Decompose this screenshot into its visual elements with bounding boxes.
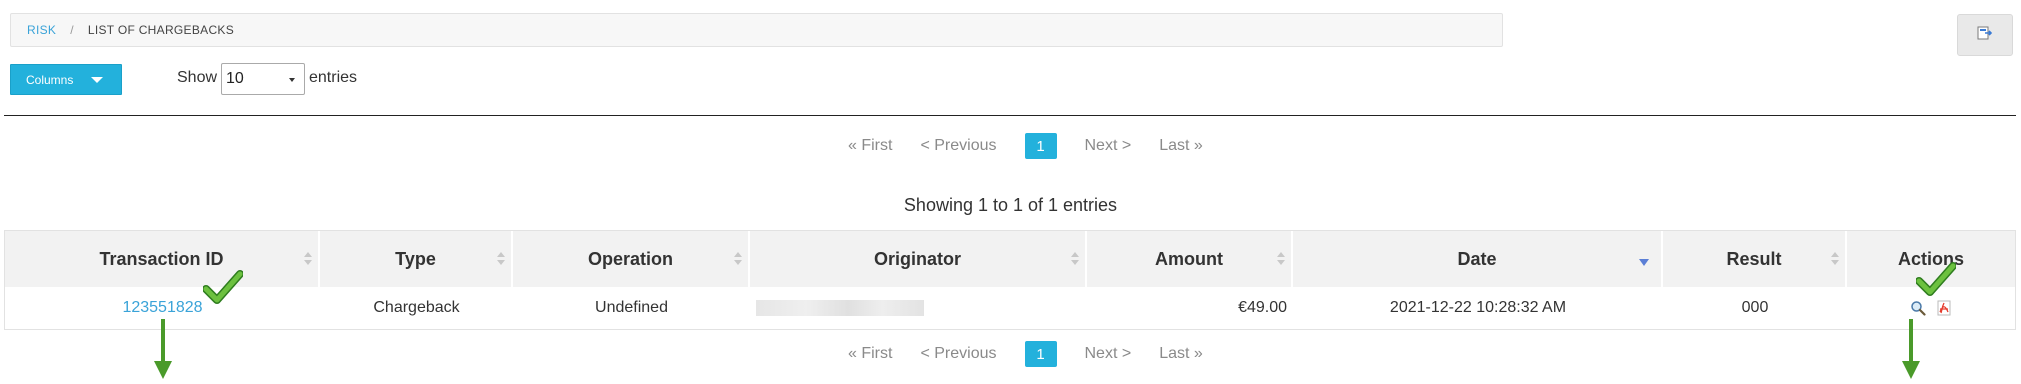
header-label: Operation (587, 248, 673, 269)
header-type[interactable]: Type (320, 231, 513, 287)
sort-icon (1277, 252, 1285, 266)
header-result[interactable]: Result (1663, 231, 1847, 287)
export-button[interactable] (1957, 14, 2013, 56)
sort-icon (734, 252, 742, 266)
entries-label: entries (309, 69, 358, 86)
cell-operation: Undefined (595, 299, 668, 316)
header-label: Originator (873, 248, 961, 269)
table-row: 123551828 Chargeback Undefined €49.00 20… (5, 287, 2015, 329)
header-amount[interactable]: Amount (1087, 231, 1293, 287)
cell-result: 000 (1741, 299, 1769, 316)
header-originator[interactable]: Originator (750, 231, 1087, 287)
arrow-down-icon (154, 319, 172, 379)
transaction-id-link[interactable]: 123551828 (122, 299, 202, 317)
pager-previous[interactable]: < Previous (920, 345, 996, 363)
columns-button-label: Columns (26, 72, 74, 87)
header-label: Date (1457, 248, 1497, 269)
pager-last[interactable]: Last » (1159, 137, 1203, 155)
header-label: Amount (1155, 248, 1223, 269)
page-size-select[interactable]: 10 (221, 63, 305, 95)
table-header: Transaction ID Type Operation Originator… (5, 231, 2015, 287)
cell-date: 2021-12-22 10:28:32 AM (1389, 299, 1567, 316)
sort-icon (304, 252, 312, 266)
cell-amount: €49.00 (1238, 299, 1287, 316)
cell-originator (750, 287, 1087, 329)
sort-icon (1071, 252, 1079, 266)
breadcrumb: RISK / LIST OF CHARGEBACKS (10, 13, 1503, 47)
header-operation[interactable]: Operation (513, 231, 750, 287)
header-label: Transaction ID (99, 248, 224, 269)
header-label: Result (1726, 248, 1782, 269)
pager-next[interactable]: Next > (1085, 345, 1132, 363)
pagination-top: « First < Previous 1 Next > Last » (848, 133, 1231, 159)
select-arrow-icon (289, 78, 295, 82)
header-transaction-id[interactable]: Transaction ID (5, 231, 320, 287)
chargebacks-table: Transaction ID Type Operation Originator… (4, 230, 2016, 330)
pager-previous[interactable]: < Previous (920, 137, 996, 155)
checkmark-icon (1916, 262, 1956, 296)
breadcrumb-current: LIST OF CHARGEBACKS (87, 23, 235, 37)
sort-icon (497, 252, 505, 266)
checkmark-icon (203, 270, 243, 304)
download-pdf-button[interactable] (1936, 300, 1952, 316)
view-details-button[interactable] (1910, 300, 1926, 316)
sort-desc-icon (1639, 259, 1649, 266)
redacted-originator (756, 300, 924, 316)
breadcrumb-separator: / (70, 23, 74, 37)
export-icon (1976, 25, 1994, 46)
columns-button[interactable]: Columns (10, 64, 122, 95)
pager-first[interactable]: « First (848, 137, 892, 155)
pager-last[interactable]: Last » (1159, 345, 1203, 363)
pdf-icon (1937, 300, 1951, 316)
header-label: Type (395, 248, 436, 269)
sort-icon (1831, 252, 1839, 266)
arrow-down-icon (1902, 319, 1920, 379)
cell-type: Chargeback (373, 299, 460, 316)
breadcrumb-risk-link[interactable]: RISK (27, 23, 56, 37)
entries-summary: Showing 1 to 1 of 1 entries (903, 195, 1118, 215)
show-label: Show (177, 69, 218, 86)
divider (4, 115, 2016, 116)
caret-down-icon (91, 76, 104, 83)
pager-current-page[interactable]: 1 (1024, 133, 1057, 159)
page-size-value: 10 (226, 70, 244, 87)
pager-current-page[interactable]: 1 (1024, 341, 1057, 367)
pager-first[interactable]: « First (848, 345, 892, 363)
pagination-bottom: « First < Previous 1 Next > Last » (848, 341, 1231, 367)
header-date[interactable]: Date (1293, 231, 1663, 287)
search-icon (1911, 301, 1926, 316)
pager-next[interactable]: Next > (1085, 137, 1132, 155)
